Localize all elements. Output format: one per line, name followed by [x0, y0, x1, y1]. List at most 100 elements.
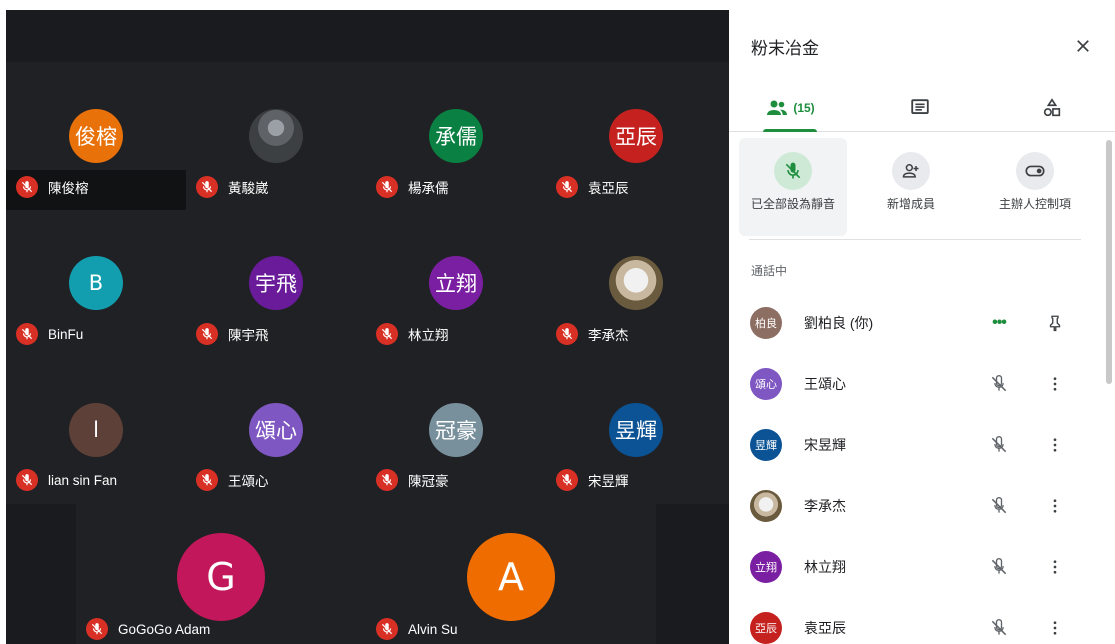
participant-avatar[interactable]: l — [69, 403, 123, 457]
panel-title: 粉末冶金 — [751, 39, 819, 58]
participant-avatar[interactable]: 昱輝 — [609, 403, 663, 457]
mic-off-icon — [556, 176, 578, 198]
more-vertical-icon[interactable] — [1043, 372, 1067, 396]
host-controls-button[interactable]: 主辦人控制項 — [975, 138, 1095, 236]
participant-name: 林立翔 — [408, 328, 449, 343]
participant-avatar[interactable]: B — [69, 256, 123, 310]
participant-name: GoGoGo Adam — [118, 621, 211, 637]
participant-avatar[interactable] — [609, 256, 663, 310]
toggle-icon — [1016, 152, 1054, 190]
mic-off-icon — [556, 469, 578, 491]
avatar: 柏良 — [750, 306, 782, 339]
participant-avatar[interactable]: 承儒 — [429, 109, 483, 163]
activities-icon — [1043, 97, 1061, 116]
participant-name: BinFu — [48, 326, 84, 342]
add-member-button[interactable]: 新增成員 — [857, 138, 965, 236]
mic-off-icon — [556, 323, 578, 345]
avatar: 立翔 — [750, 550, 782, 583]
avatar-initials: A — [498, 555, 524, 599]
participant-avatar[interactable]: 俊榕 — [69, 109, 123, 163]
participant-name: 林立翔 — [804, 558, 846, 575]
participant-avatar[interactable] — [249, 109, 303, 163]
tab-activities[interactable] — [1031, 84, 1073, 131]
participant-name: 李承杰 — [588, 328, 629, 343]
participant-nametag: 林立翔 — [376, 321, 449, 347]
participant-avatar[interactable]: A — [467, 533, 555, 621]
pin-icon[interactable] — [1043, 311, 1067, 335]
participant-nametag: 袁亞辰 — [556, 174, 629, 200]
mic-off-icon — [196, 469, 218, 491]
avatar: 昱輝 — [750, 428, 782, 461]
list-item[interactable]: 李承杰 — [729, 475, 1101, 536]
add-member-label: 新增成員 — [886, 197, 935, 211]
more-vertical-icon[interactable] — [1043, 616, 1067, 640]
participant-nametag: 宋昱輝 — [556, 467, 629, 493]
participant-nametag: 李承杰 — [556, 321, 629, 347]
avatar: 亞辰 — [750, 611, 782, 644]
mic-off-icon — [86, 618, 108, 640]
participant-nametag: 陳俊榕 — [16, 174, 89, 200]
avatar: 頌心 — [750, 367, 782, 400]
mic-off-icon — [196, 323, 218, 345]
people-icon — [767, 100, 788, 115]
participant-avatar[interactable]: G — [177, 533, 265, 621]
participant-avatar[interactable]: 頌心 — [249, 403, 303, 457]
add-person-icon — [892, 152, 930, 190]
list-item[interactable]: 昱輝 宋昱輝 — [729, 414, 1101, 475]
list-item[interactable]: 立翔 林立翔 — [729, 536, 1101, 597]
mute-all-label: 已全部設為靜音 — [750, 197, 835, 211]
avatar-initials: 昱輝 — [615, 419, 657, 443]
more-vertical-icon[interactable] — [1043, 494, 1067, 518]
mic-off-icon[interactable] — [987, 616, 1011, 640]
participant-name: 王頌心 — [804, 375, 846, 392]
participant-name: 陳冠豪 — [408, 474, 449, 489]
mic-off-icon — [376, 323, 398, 345]
participant-nametag: 楊承儒 — [376, 174, 449, 200]
participant-nametag: 王頌心 — [196, 467, 269, 493]
close-icon — [1077, 40, 1089, 52]
scrollbar[interactable] — [1106, 140, 1112, 384]
tab-people[interactable]: (15) — [753, 84, 827, 131]
mic-off-icon — [376, 176, 398, 198]
participant-name: 袁亞辰 — [804, 619, 846, 636]
participant-avatar[interactable]: 冠豪 — [429, 403, 483, 457]
participant-nametag: BinFu — [16, 321, 83, 347]
mute-all-button[interactable]: 已全部設為靜音 — [739, 138, 847, 236]
avatar-initials: 承儒 — [435, 125, 477, 149]
avatar-initials: 亞辰 — [615, 125, 657, 149]
mic-off-icon[interactable] — [987, 372, 1011, 396]
avatar-initials: 宇飛 — [255, 272, 297, 296]
mic-off-icon — [196, 176, 218, 198]
list-item[interactable]: 頌心 王頌心 — [729, 353, 1101, 414]
avatar-initials: G — [206, 555, 236, 599]
more-vertical-icon[interactable] — [1043, 555, 1067, 579]
avatar-initials: B — [88, 271, 104, 295]
mic-off-icon — [16, 323, 38, 345]
divider — [749, 239, 1081, 240]
more-vertical-icon[interactable] — [1043, 433, 1067, 457]
participant-nametag: Alvin Su — [376, 616, 458, 642]
participant-name: 宋昱輝 — [588, 474, 629, 489]
avatar-initials: 立翔 — [435, 272, 477, 296]
participant-name: 李承杰 — [804, 497, 846, 514]
participant-avatar[interactable]: 亞辰 — [609, 109, 663, 163]
participant-avatar[interactable]: 立翔 — [429, 256, 483, 310]
list-item[interactable]: 亞辰 袁亞辰 — [729, 597, 1101, 644]
host-actions: 已全部設為靜音 新增成員 主辦人控制項 — [739, 138, 1089, 238]
more-horizontal-icon[interactable]: ••• — [987, 311, 1011, 335]
mic-off-icon[interactable] — [987, 433, 1011, 457]
participant-name: Alvin Su — [408, 621, 458, 637]
mic-off-icon[interactable] — [987, 555, 1011, 579]
avatar-initials: 頌心 — [755, 377, 777, 391]
mic-off-icon[interactable] — [987, 494, 1011, 518]
participant-nametag: 黃駿崴 — [196, 174, 269, 200]
avatar-initials: 昱輝 — [755, 438, 777, 452]
participant-name: lian sin Fan — [48, 472, 118, 488]
close-panel-button[interactable] — [1071, 34, 1095, 58]
avatar-initials: l — [93, 418, 99, 442]
participant-avatar[interactable]: 宇飛 — [249, 256, 303, 310]
tab-chat[interactable] — [899, 84, 941, 131]
mic-off-icon — [376, 469, 398, 491]
list-item[interactable]: 柏良 劉柏良 (你) ••• — [729, 292, 1101, 353]
participant-nametag: 陳冠豪 — [376, 467, 449, 493]
